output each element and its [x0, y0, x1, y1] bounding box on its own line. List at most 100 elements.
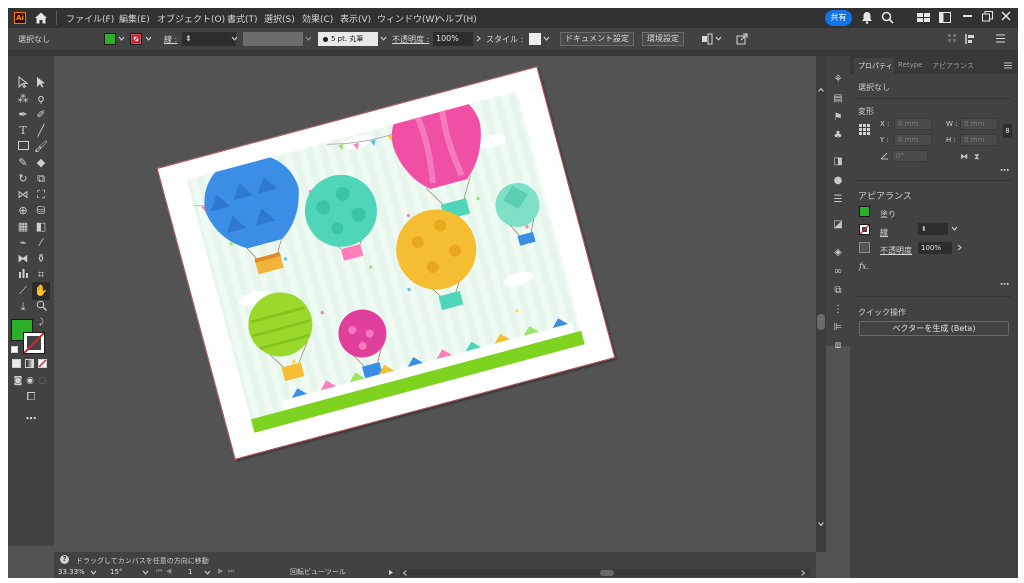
stroke-swatch-button[interactable] [130, 33, 142, 45]
isolate-icon[interactable] [736, 33, 748, 45]
chevron-down-icon[interactable] [145, 35, 152, 42]
zoom-field[interactable]: 33.33% [58, 567, 88, 577]
scroll-left-icon[interactable] [402, 570, 408, 576]
artboard[interactable] [156, 66, 616, 460]
chevron-right-icon[interactable] [475, 35, 482, 42]
gradient-mode-icon[interactable] [25, 359, 34, 368]
flip-horizontal-icon[interactable]: ⧓ [960, 152, 970, 161]
bell-icon[interactable] [861, 11, 873, 24]
chevron-right-icon[interactable] [956, 244, 963, 251]
restore-icon[interactable] [982, 11, 993, 22]
width-tool-icon[interactable]: ⋈ [16, 188, 30, 202]
free-transform-tool-icon[interactable]: ⛶ [34, 188, 48, 202]
generate-vector-button[interactable]: ベクターを生成 (Beta) [859, 321, 1009, 336]
x-field[interactable]: 0 mm [894, 118, 932, 130]
document-setup-button[interactable]: ドキュメント設定 [560, 32, 634, 46]
stroke-weight-field[interactable]: ⬍ [182, 32, 236, 46]
slice-tool-icon[interactable]: ⟋ [16, 284, 30, 298]
default-fill-stroke-icon[interactable] [11, 346, 18, 353]
live-paint-bucket-icon[interactable]: ⛁ [34, 204, 48, 218]
opacity-label[interactable]: 不透明度 [880, 245, 912, 256]
menu-file[interactable]: ファイル(F) [66, 12, 114, 25]
reference-point-icon[interactable] [859, 124, 870, 135]
blend-tool-icon[interactable]: ⧓ [16, 252, 30, 266]
w-field[interactable]: 0 mm [960, 118, 998, 130]
scale-tool-icon[interactable]: ⧉ [34, 172, 48, 186]
color-panel-icon[interactable]: ● [832, 175, 844, 187]
opacity-label[interactable]: 不透明度 : [392, 34, 429, 45]
chevron-right-icon[interactable] [388, 569, 395, 576]
brushes-panel-icon[interactable]: ⚑ [832, 112, 844, 124]
mesh-tool-icon[interactable]: ◧ [34, 220, 48, 234]
chevron-down-icon[interactable] [715, 35, 722, 42]
stroke-swatch[interactable] [859, 224, 870, 235]
line-tool-icon[interactable]: ╱ [34, 124, 48, 138]
color-mode-icon[interactable] [12, 359, 21, 368]
hand-tool-icon[interactable]: ✋ [32, 282, 50, 300]
symbol-sprayer-tool-icon[interactable]: ⚱ [34, 252, 48, 266]
more-options-icon[interactable]: ⋯ [1000, 167, 1010, 176]
share-button[interactable]: 共有 [825, 10, 852, 26]
scroll-right-icon[interactable] [800, 570, 806, 576]
rotate-field[interactable]: 0° [892, 150, 928, 162]
artboards-panel-icon[interactable]: ⧉ [832, 285, 844, 297]
layers-panel-icon[interactable]: ◈ [832, 247, 844, 259]
draw-inside-icon[interactable]: ◌ [35, 374, 49, 388]
chevron-down-icon[interactable] [118, 35, 125, 42]
menu-select[interactable]: 選択(S) [264, 12, 295, 25]
shape-builder-tool-icon[interactable]: ⊕ [16, 204, 30, 218]
zoom-tool-icon[interactable] [34, 300, 48, 314]
screen-mode-icon[interactable]: ⧠ [24, 390, 38, 404]
transparency-panel-icon[interactable]: ◪ [832, 219, 844, 231]
puppet-warp-tool-icon[interactable]: ⤓ [16, 300, 30, 314]
scroll-thumb[interactable] [600, 570, 614, 576]
panel-layout-icon[interactable] [948, 34, 956, 42]
previous-artboard-icon[interactable]: ◀ [166, 567, 174, 575]
stroke-color-swatch[interactable] [23, 332, 45, 354]
swap-fill-stroke-icon[interactable]: ⤸ [39, 318, 47, 326]
workspace-grid-icon[interactable] [917, 12, 930, 23]
fx-button[interactable]: fx. [859, 262, 869, 271]
rectangle-tool-icon[interactable] [16, 140, 30, 154]
scroll-thumb[interactable] [817, 314, 825, 330]
shaper-tool-icon[interactable]: ✎ [16, 156, 30, 170]
search-icon[interactable] [881, 11, 894, 24]
libraries-panel-icon[interactable]: ▤ [832, 93, 844, 105]
menu-effect[interactable]: 効果(C) [302, 12, 333, 25]
direct-selection-tool-icon[interactable] [34, 76, 48, 90]
paintbrush-tool-icon[interactable]: 🖌︎ [34, 140, 48, 154]
menu-view[interactable]: 表示(V) [340, 12, 371, 25]
tab-appearance[interactable]: アピアランス [932, 61, 974, 71]
hamburger-menu-icon[interactable] [996, 34, 1005, 43]
properties-panel-icon[interactable]: ⚘ [832, 74, 844, 86]
rotation-field[interactable]: 15° [110, 567, 140, 577]
minimize-icon[interactable] [963, 15, 972, 17]
chevron-down-icon[interactable] [90, 569, 97, 576]
align-icon[interactable] [965, 33, 977, 45]
links-panel-icon[interactable]: ∞ [832, 266, 844, 278]
eyedropper-tool-icon[interactable]: ⌁ [16, 236, 30, 250]
chevron-down-icon[interactable] [142, 569, 149, 576]
next-artboard-icon[interactable]: ▶ [218, 567, 226, 575]
menu-window[interactable]: ウィンドウ(W) [377, 12, 438, 25]
selection-tool-icon[interactable] [16, 75, 30, 90]
brush-definition-dropdown[interactable]: 5 pt. 丸筆 [318, 32, 378, 46]
more-options-icon[interactable]: ⋯ [1000, 281, 1010, 290]
stroke-weight-stepper[interactable]: ⬍ [918, 223, 948, 235]
pen-tool-icon[interactable]: ✒ [16, 108, 30, 122]
opacity-value-field[interactable]: 100% [918, 242, 952, 254]
last-artboard-icon[interactable]: ⏭ [228, 567, 236, 575]
chevron-down-icon[interactable] [305, 35, 312, 42]
preferences-button[interactable]: 環境設定 [642, 32, 684, 46]
magic-wand-tool-icon[interactable]: ⁂ [16, 92, 30, 106]
eraser-tool-icon[interactable]: ◆ [34, 156, 48, 170]
first-artboard-icon[interactable]: ⏮ [156, 567, 164, 575]
chevron-down-icon[interactable] [204, 569, 211, 576]
lasso-tool-icon[interactable]: ϙ [34, 92, 48, 106]
artboard-number-field[interactable]: 1 [188, 567, 198, 577]
artboard-tool-icon[interactable]: ⌗ [34, 268, 48, 282]
menu-type[interactable]: 書式(T) [227, 12, 258, 25]
graphic-style-swatch[interactable] [529, 33, 541, 45]
type-tool-icon[interactable]: T [16, 124, 30, 138]
symbols-panel-icon[interactable]: ♣ [832, 130, 844, 142]
